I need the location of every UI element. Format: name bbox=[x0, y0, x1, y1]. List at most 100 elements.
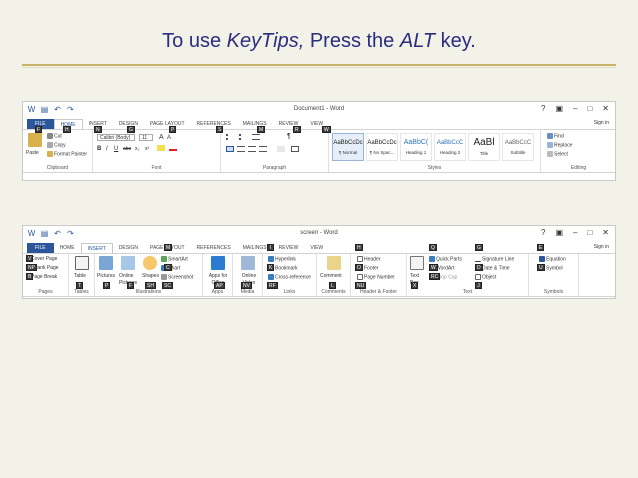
pages-label: Pages bbox=[38, 289, 53, 295]
copy-button[interactable]: Copy bbox=[47, 142, 66, 148]
select-icon bbox=[547, 151, 553, 157]
replace-button[interactable]: Replace bbox=[547, 142, 572, 148]
align-center-icon[interactable] bbox=[237, 146, 245, 152]
style-subtitle[interactable]: AaBbCcC Subtitle bbox=[502, 133, 534, 161]
table-icon[interactable] bbox=[75, 256, 89, 270]
pictures-button[interactable]: Pictures bbox=[97, 273, 115, 279]
page-break-button[interactable]: Page Break bbox=[31, 274, 57, 280]
paste-icon[interactable] bbox=[28, 133, 42, 147]
tab-references[interactable]: REFERENCES bbox=[191, 243, 237, 253]
justify-icon[interactable] bbox=[259, 146, 267, 152]
format-painter-button[interactable]: Format Painter bbox=[47, 151, 87, 157]
find-button[interactable]: Find bbox=[547, 133, 564, 139]
multilevel-list-icon[interactable] bbox=[252, 134, 260, 140]
footer-label: Footer bbox=[364, 265, 379, 272]
italic-button[interactable]: I bbox=[106, 146, 108, 152]
bold-button[interactable]: B bbox=[97, 146, 101, 152]
hyperlink-button[interactable]: Hyperlink bbox=[268, 256, 296, 262]
font-name-select[interactable]: Calibri (Body) bbox=[97, 134, 135, 141]
online-video-icon[interactable] bbox=[241, 256, 255, 270]
style-sample: AaBbCcC bbox=[436, 140, 464, 146]
header-button[interactable]: Header bbox=[357, 256, 380, 262]
tab-references[interactable]: REFERENCES bbox=[191, 119, 237, 129]
wordart-label: WordArt bbox=[436, 265, 455, 272]
keytip: W bbox=[322, 126, 331, 133]
window-controls: ? ▣ – □ ✕ bbox=[541, 104, 609, 113]
align-right-icon[interactable] bbox=[248, 146, 256, 152]
strikethrough-button[interactable]: abc bbox=[123, 146, 131, 152]
cover-page-button[interactable]: Cover Page bbox=[31, 256, 57, 262]
font-color-icon[interactable] bbox=[169, 145, 177, 151]
style-heading-1[interactable]: AaBbC(Heading 1 bbox=[400, 133, 432, 161]
select-button[interactable]: Select bbox=[547, 151, 568, 157]
style-heading-2[interactable]: AaBbCcC Heading 2 bbox=[434, 133, 466, 161]
apps-icon[interactable] bbox=[211, 256, 225, 270]
pictures-icon[interactable] bbox=[99, 256, 113, 270]
bullets-icon[interactable] bbox=[226, 134, 234, 140]
equation-button[interactable]: Equation bbox=[539, 256, 566, 262]
paste-button[interactable]: Paste bbox=[26, 150, 39, 156]
comment-button[interactable]: Comment bbox=[320, 273, 342, 279]
grow-font-button[interactable]: A bbox=[159, 134, 164, 141]
borders-icon[interactable] bbox=[291, 146, 299, 152]
font-size-select[interactable]: 11 bbox=[139, 134, 153, 141]
equation-icon bbox=[539, 256, 545, 262]
help-icon[interactable]: ? bbox=[541, 228, 545, 237]
signature-line-button[interactable]: Signature Line bbox=[475, 256, 514, 262]
close-icon[interactable]: ✕ bbox=[602, 228, 609, 237]
style-normal[interactable]: AaBbCcDc ¶ Normal bbox=[332, 133, 364, 161]
table-button[interactable]: Table bbox=[74, 273, 86, 279]
tab-review[interactable]: REVIEW bbox=[273, 243, 305, 253]
clipboard-label: Clipboard bbox=[46, 165, 69, 171]
style-title[interactable]: AaBl Title bbox=[468, 133, 500, 161]
tab-mailings[interactable]: MAILINGS bbox=[237, 119, 273, 129]
tab-file[interactable]: FILE bbox=[27, 243, 54, 253]
comment-icon[interactable] bbox=[327, 256, 341, 270]
ribbon-display-icon[interactable]: ▣ bbox=[555, 228, 563, 237]
text-label: Text bbox=[462, 289, 473, 295]
tab-view[interactable]: VIEW bbox=[304, 243, 329, 253]
tab-page-layout[interactable]: PAGE LAYOUT bbox=[144, 119, 191, 129]
highlight-icon[interactable] bbox=[157, 145, 165, 151]
style-no-spacing[interactable]: AaBbCcDc ¶ No Spac... bbox=[366, 133, 398, 161]
minimize-icon[interactable]: – bbox=[573, 104, 577, 113]
maximize-icon[interactable]: □ bbox=[587, 104, 592, 113]
editing-group: Find Replace Select Editing bbox=[541, 130, 616, 172]
replace-label: Replace bbox=[554, 142, 573, 149]
underline-button[interactable]: U bbox=[114, 146, 118, 152]
quick-parts-button[interactable]: Quick Parts bbox=[429, 256, 462, 262]
keytip: I bbox=[267, 244, 274, 251]
minimize-icon[interactable]: – bbox=[573, 228, 577, 237]
styles-group: AaBbCcDc ¶ Normal AaBbCcDc ¶ No Spac... Aa… bbox=[329, 130, 541, 172]
ribbon-display-icon[interactable]: ▣ bbox=[555, 104, 563, 113]
keytip: H bbox=[63, 126, 71, 133]
screenshot-button[interactable]: Screenshot bbox=[161, 274, 193, 280]
smartart-button[interactable]: SmartArt bbox=[161, 256, 188, 262]
sign-in-link[interactable]: Sign in bbox=[594, 244, 609, 250]
show-marks-button[interactable]: ¶ bbox=[287, 133, 291, 140]
align-left-icon[interactable] bbox=[226, 146, 234, 152]
tab-home[interactable]: HOME bbox=[54, 243, 81, 253]
object-icon bbox=[475, 274, 481, 280]
shapes-icon[interactable] bbox=[143, 256, 157, 270]
cross-reference-button[interactable]: Cross-reference bbox=[268, 274, 311, 280]
subscript-button[interactable]: x₂ bbox=[135, 146, 139, 152]
numbering-icon[interactable] bbox=[239, 134, 247, 140]
superscript-button[interactable]: x² bbox=[145, 146, 149, 152]
sign-in-link[interactable]: Sign in bbox=[594, 120, 609, 126]
page-number-button[interactable]: Page Number bbox=[357, 274, 395, 280]
quick-parts-icon bbox=[429, 256, 435, 262]
close-icon[interactable]: ✕ bbox=[602, 104, 609, 113]
cut-button[interactable]: Cut bbox=[47, 133, 62, 139]
tab-design[interactable]: DESIGN bbox=[113, 243, 144, 253]
shapes-button[interactable]: Shapes bbox=[142, 273, 159, 279]
object-button[interactable]: Object bbox=[475, 274, 496, 280]
text-box-icon[interactable] bbox=[410, 256, 424, 270]
shrink-font-button[interactable]: A bbox=[167, 135, 171, 141]
help-icon[interactable]: ? bbox=[541, 104, 545, 113]
tab-insert[interactable]: INSERT bbox=[80, 243, 113, 253]
maximize-icon[interactable]: □ bbox=[587, 228, 592, 237]
online-pictures-icon[interactable] bbox=[121, 256, 135, 270]
shading-icon[interactable] bbox=[277, 146, 285, 152]
keytip: F bbox=[35, 126, 43, 133]
